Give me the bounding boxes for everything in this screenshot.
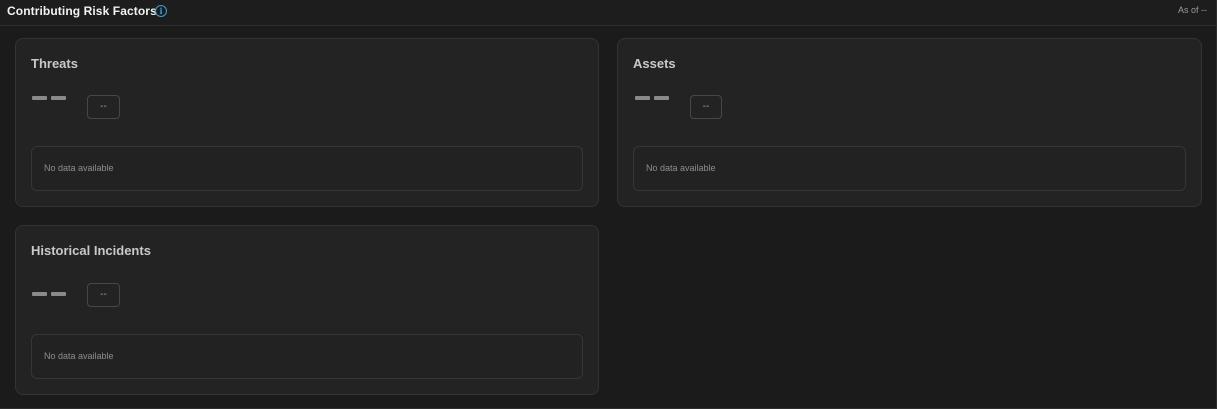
threats-value-placeholder [32,96,66,100]
historical-empty-text: No data available [44,351,114,361]
threats-card: Threats -- No data available [15,38,599,207]
risk-factors-panel: Contributing Risk Factors i As of -- Thr… [0,0,1217,409]
threats-title: Threats [31,56,78,71]
assets-empty-state: No data available [633,146,1186,191]
assets-value-placeholder [635,96,669,100]
info-icon[interactable]: i [155,5,167,17]
assets-card: Assets -- No data available [617,38,1202,207]
threats-empty-state: No data available [31,146,583,191]
as-of-timestamp: As of -- [1177,5,1207,15]
assets-delta-badge: -- [690,95,722,119]
historical-incidents-card: Historical Incidents -- No data availabl… [15,225,599,395]
historical-empty-state: No data available [31,334,583,379]
historical-delta-badge: -- [87,283,120,307]
threats-delta-badge: -- [87,95,120,119]
historical-incidents-title: Historical Incidents [31,243,151,258]
threats-empty-text: No data available [44,163,114,173]
historical-value-placeholder [32,292,66,296]
assets-empty-text: No data available [646,163,716,173]
panel-title: Contributing Risk Factors [7,4,157,18]
panel-header: Contributing Risk Factors i As of -- [0,0,1216,26]
assets-title: Assets [633,56,676,71]
